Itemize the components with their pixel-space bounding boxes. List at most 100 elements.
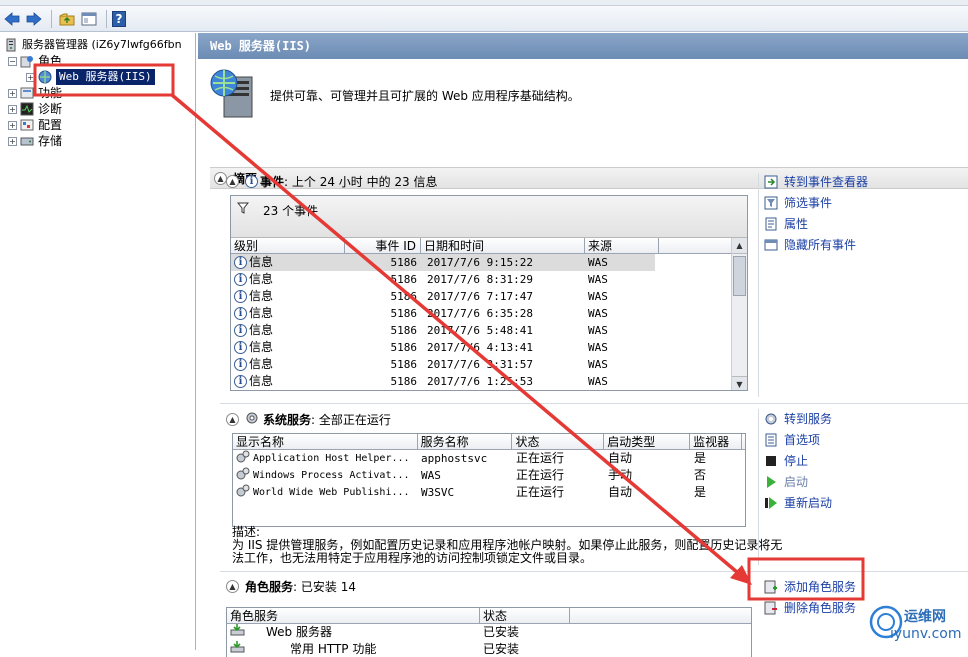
tree-node-storage[interactable]: + 存储: [8, 133, 62, 149]
chevron-up-icon[interactable]: ▲: [226, 175, 239, 188]
tree-node-features[interactable]: + 功能: [8, 85, 62, 101]
tree-node-server-manager[interactable]: 服务器管理器 (iZ6y7lwfg66fbn: [4, 37, 182, 53]
column-header-source[interactable]: 来源: [585, 238, 659, 253]
role-service-row[interactable]: Web 服务器 已安装: [227, 624, 751, 641]
services-link-icon: [764, 412, 778, 426]
services-section-header[interactable]: ▲ 系统服务 : 全部正在运行: [226, 411, 391, 428]
forward-arrow-icon[interactable]: [24, 9, 44, 29]
service-row[interactable]: Windows Process Activat... WAS 正在运行 手动 否: [233, 467, 745, 484]
info-icon: i: [234, 307, 247, 320]
service-row[interactable]: World Wide Web Publishi... W3SVC 正在运行 自动 是: [233, 484, 745, 501]
events-summary: : 上个 24 小时 中的 23 信息: [284, 175, 438, 189]
event-id: 5186: [390, 358, 418, 371]
event-row[interactable]: i 信息 5186 2017/7/6 8:31:29 WAS: [231, 271, 655, 288]
gear-icon: [236, 450, 250, 467]
event-source: WAS: [588, 341, 608, 354]
expand-toggle[interactable]: +: [8, 136, 17, 146]
event-level: i 信息: [231, 339, 345, 356]
storage-icon: [20, 134, 34, 148]
expand-toggle[interactable]: +: [8, 104, 17, 114]
events-section-header[interactable]: ▲ i 事件 : 上个 24 小时 中的 23 信息: [226, 173, 438, 190]
tree-label: 功能: [38, 86, 63, 100]
role-services-summary: : 已安装 14: [293, 580, 356, 594]
event-source: WAS: [588, 290, 608, 303]
service-name: WAS: [421, 469, 441, 482]
service-row[interactable]: Application Host Helper... apphostsvc 正在运行…: [233, 450, 745, 467]
events-scrollbar[interactable]: ▲ ▼: [731, 238, 747, 390]
scroll-down-icon[interactable]: ▼: [732, 376, 747, 390]
collapse-toggle[interactable]: −: [8, 56, 17, 66]
column-header-service-name[interactable]: 服务名称: [418, 434, 513, 449]
web-server-role-icon: [210, 67, 258, 122]
properties-link[interactable]: 属性: [764, 213, 868, 234]
add-role-services-link[interactable]: 添加角色服务: [764, 576, 856, 597]
column-header-display-name[interactable]: 显示名称: [233, 434, 418, 449]
go-to-services-link[interactable]: 转到服务: [764, 408, 832, 429]
event-row[interactable]: i 信息 5186 2017/7/6 3:31:57 WAS: [231, 356, 655, 373]
event-id: 5186: [390, 273, 418, 286]
scroll-up-icon[interactable]: ▲: [732, 238, 747, 254]
features-icon: [20, 86, 34, 100]
hide-all-events-link[interactable]: 隐藏所有事件: [764, 234, 868, 255]
go-to-event-viewer-link[interactable]: 转到事件查看器: [764, 171, 868, 192]
event-row[interactable]: i 信息 5186 2017/7/6 4:13:41 WAS: [231, 339, 655, 356]
column-header-role-status[interactable]: 状态: [480, 608, 570, 623]
watermark-text: 运维网: [904, 609, 946, 625]
event-level: i 信息: [231, 322, 345, 339]
event-row[interactable]: i 信息 5186 2017/7/6 5:48:41 WAS: [231, 322, 655, 339]
start-link[interactable]: 启动: [764, 471, 832, 492]
chevron-up-icon[interactable]: ▲: [226, 580, 239, 593]
expand-toggle[interactable]: +: [26, 72, 35, 82]
preferences-link[interactable]: 首选项: [764, 429, 832, 450]
event-row[interactable]: i 信息 5186 2017/7/6 7:17:47 WAS: [231, 288, 655, 305]
service-startup: 自动: [608, 485, 633, 499]
scroll-thumb[interactable]: [733, 256, 746, 296]
folder-up-icon[interactable]: [57, 9, 77, 29]
column-header-datetime[interactable]: 日期和时间: [421, 238, 585, 253]
watermark: 运维网 iyunv.com: [868, 600, 966, 648]
remove-role-services-link[interactable]: 删除角色服务: [764, 597, 856, 618]
event-row[interactable]: i 信息 5186 2017/7/6 6:35:28 WAS: [231, 305, 655, 322]
event-datetime: 2017/7/6 5:48:41: [427, 324, 533, 337]
restart-link[interactable]: 重新启动: [764, 492, 832, 513]
filter-events-link[interactable]: 筛选事件: [764, 192, 868, 213]
services-panel: 显示名称 服务名称 状态 启动类型 监视器 Application Host H…: [232, 433, 746, 527]
column-header-event-id[interactable]: 事件 ID: [345, 238, 421, 253]
tree-node-web-server[interactable]: + Web 服务器(IIS): [26, 69, 155, 85]
column-header-role-service[interactable]: 角色服务: [227, 608, 480, 623]
help-button[interactable]: ?: [112, 10, 126, 27]
event-source: WAS: [588, 256, 608, 269]
console-tree: 服务器管理器 (iZ6y7lwfg66fbn − 角色 + Web 服务器(II…: [0, 33, 196, 650]
tree-node-diagnostics[interactable]: + 诊断: [8, 101, 62, 117]
event-datetime: 2017/7/6 6:35:28: [427, 307, 533, 320]
stop-link[interactable]: 停止: [764, 450, 832, 471]
service-monitor: 是: [694, 451, 707, 465]
gear-icon: [236, 467, 250, 484]
preferences-icon: [764, 433, 778, 447]
details-header: Web 服务器(IIS): [198, 33, 968, 59]
column-header-startup[interactable]: 启动类型: [604, 434, 691, 449]
column-header-status[interactable]: 状态: [512, 434, 605, 449]
filter-icon[interactable]: [236, 202, 250, 217]
expand-toggle[interactable]: +: [8, 120, 17, 130]
role-services-section-header[interactable]: ▲ 角色服务 : 已安装 14: [226, 578, 356, 595]
events-table-body: i 信息 5186 2017/7/6 9:15:22 WAS i 信息 5186 2017/7/…: [231, 254, 747, 390]
installed-icon: [230, 624, 246, 641]
chevron-up-icon[interactable]: ▲: [226, 413, 239, 426]
tree-node-roles[interactable]: − 角色: [8, 53, 62, 69]
restart-icon: [764, 496, 778, 510]
console-tree-icon[interactable]: [79, 9, 99, 29]
role-services-actions: 添加角色服务 删除角色服务: [764, 576, 856, 618]
service-startup: 手动: [608, 468, 633, 482]
services-summary: : 全部正在运行: [311, 413, 391, 427]
role-services-table-header: 角色服务 状态: [227, 608, 751, 624]
tree-node-configuration[interactable]: + 配置: [8, 117, 62, 133]
services-actions: 转到服务 首选项 停止 启动 重新启动: [764, 408, 832, 513]
back-arrow-icon[interactable]: [2, 9, 22, 29]
event-row[interactable]: i 信息 5186 2017/7/6 9:15:22 WAS: [231, 254, 655, 271]
column-header-level[interactable]: 级别: [231, 238, 345, 253]
expand-toggle[interactable]: +: [8, 88, 17, 98]
column-header-monitor[interactable]: 监视器: [690, 434, 742, 449]
event-row[interactable]: i 信息 5186 2017/7/6 1:25:53 WAS: [231, 373, 655, 390]
role-service-row[interactable]: 常用 HTTP 功能 已安装: [227, 641, 751, 657]
